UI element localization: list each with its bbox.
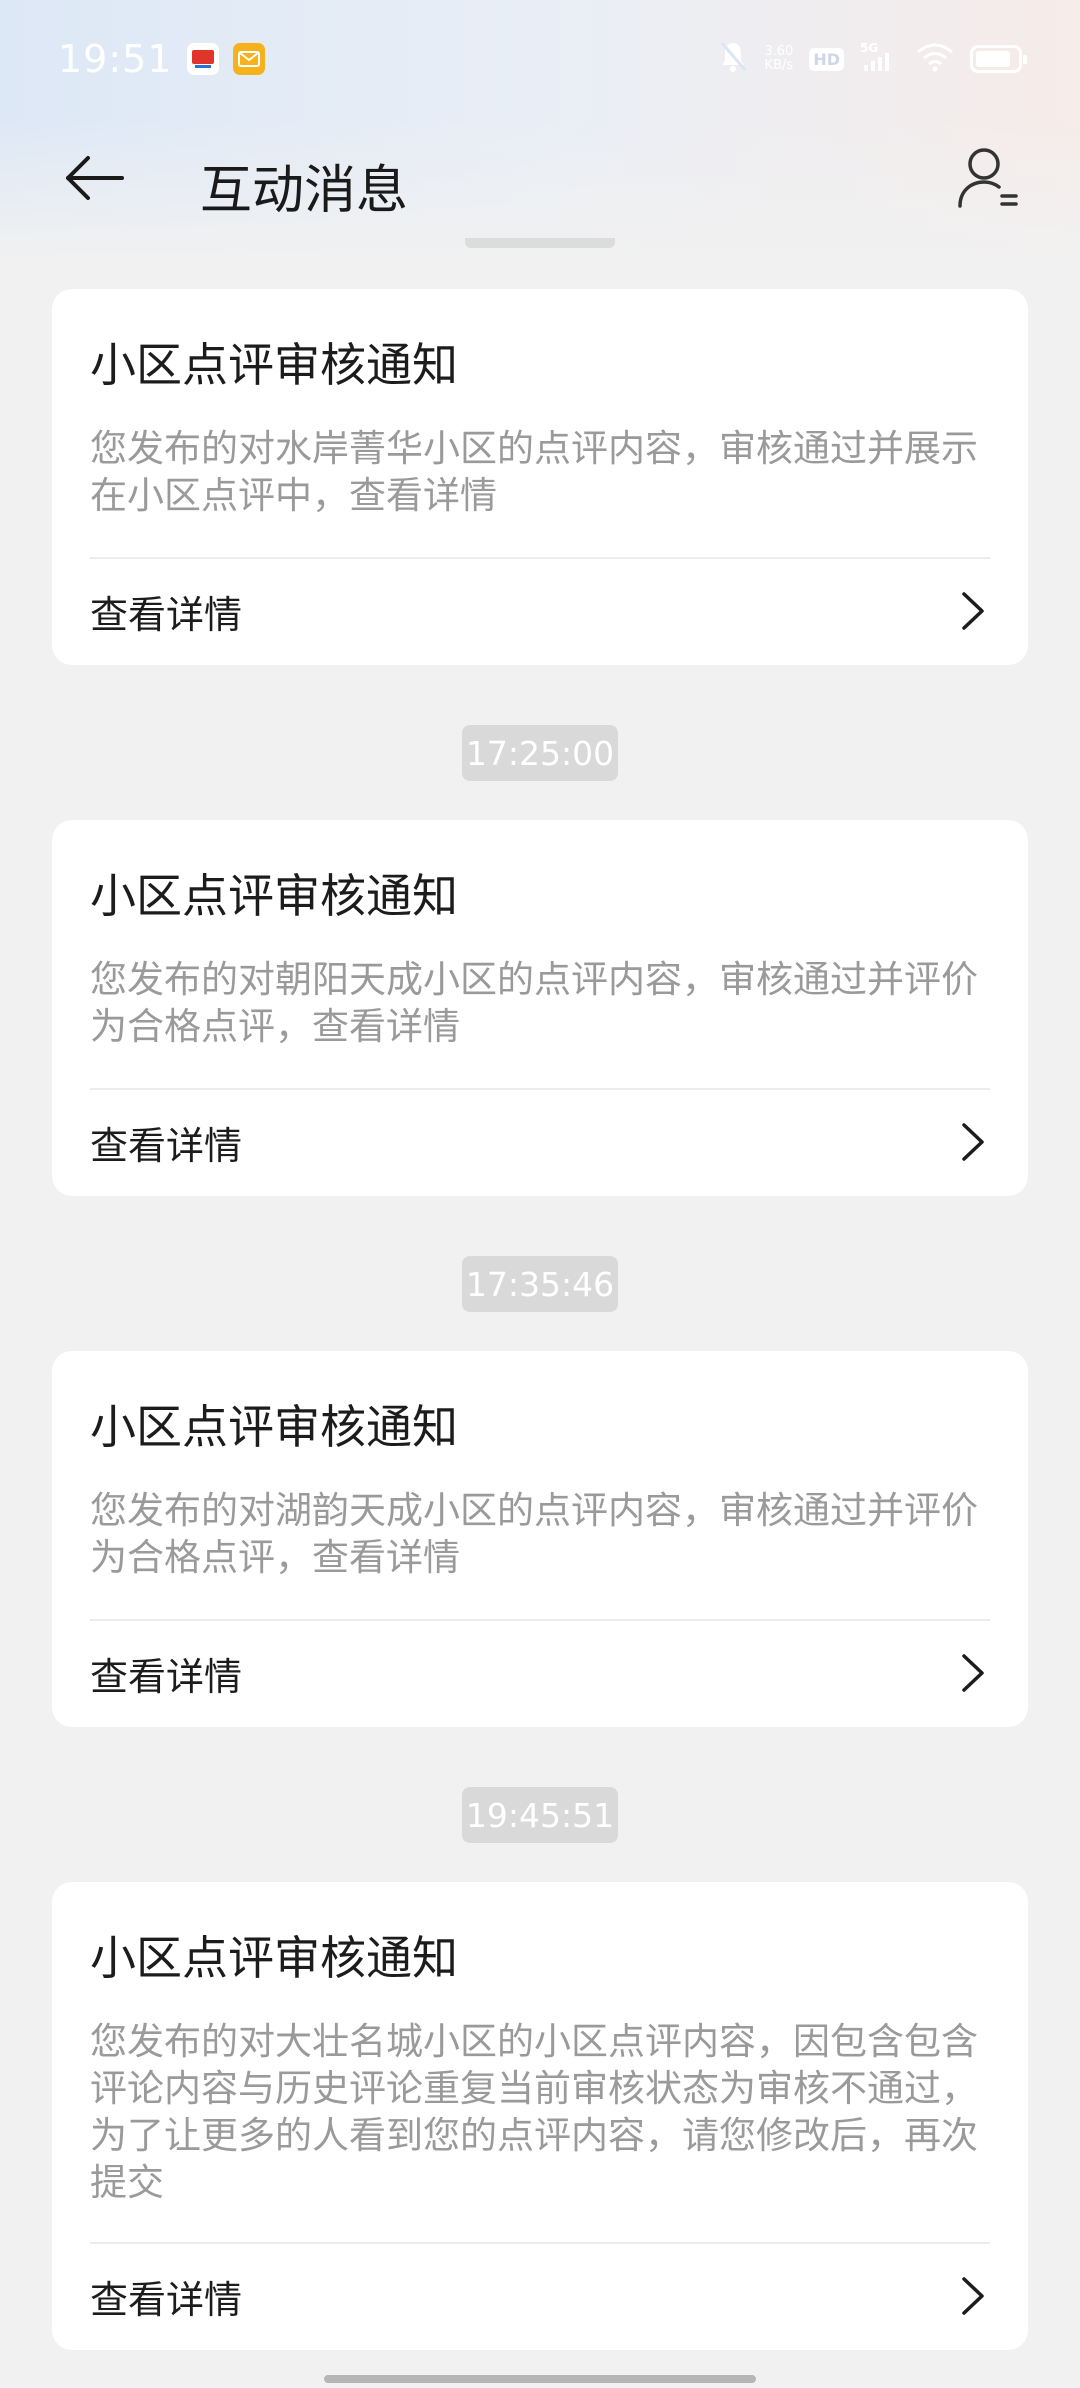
mute-icon [718,40,748,78]
pull-handle [465,238,615,248]
message-card: 小区点评审核通知 您发布的对朝阳天成小区的点评内容，审核通过并评价为合格点评，查… [52,820,1028,1196]
view-details-label: 查看详情 [90,592,243,637]
message-title: 小区点评审核通知 [90,869,458,923]
message-title: 小区点评审核通知 [90,1400,458,1454]
status-time: 19:51 [58,37,173,81]
message-body: 您发布的对朝阳天成小区的点评内容，审核通过并评价为合格点评，查看详情 [90,958,978,1048]
view-details-link[interactable]: 查看详情 [52,1090,1028,1194]
mail-notification-icon [232,43,265,75]
hd-badge: HD [809,47,844,71]
message-card: 小区点评审核通知 您发布的对大壮名城小区的小区点评内容，因包含包含评论内容与历史… [52,1882,1028,2350]
view-details-label: 查看详情 [90,1123,243,1168]
message-body: 您发布的对大壮名城小区的小区点评内容，因包含包含评论内容与历史评论重复当前审核状… [90,2020,978,2204]
chevron-right-icon [960,1651,990,1695]
wifi-icon [916,42,954,76]
message-title: 小区点评审核通知 [90,338,458,392]
chevron-right-icon [960,1120,990,1164]
battery-icon [970,45,1027,73]
view-details-label: 查看详情 [90,2277,243,2322]
message-title: 小区点评审核通知 [90,1931,458,1985]
chevron-right-icon [960,589,990,633]
home-indicator[interactable] [324,2375,756,2383]
message-card: 小区点评审核通知 您发布的对湖韵天成小区的点评内容，审核通过并评价为合格点评，查… [52,1351,1028,1727]
network-speed: 3.60 KB/s [764,44,794,73]
back-button[interactable] [62,146,126,210]
page-title: 互动消息 [200,161,409,221]
view-details-label: 查看详情 [90,1654,243,1699]
message-timestamp: 17:25:00 [462,725,618,781]
message-body: 您发布的对湖韵天成小区的点评内容，审核通过并评价为合格点评，查看详情 [90,1489,978,1579]
message-card: 小区点评审核通知 您发布的对水岸菁华小区的点评内容，审核通过并展示在小区点评中，… [52,289,1028,665]
svg-text:5G: 5G [860,41,878,55]
message-timestamp: 19:45:51 [462,1787,618,1843]
status-indicators: 3.60 KB/s HD 5G [718,40,1027,78]
user-settings-button[interactable] [952,142,1024,214]
chevron-right-icon [960,2274,990,2318]
signal-5g-icon: 5G [860,41,900,77]
arrow-left-icon [66,156,124,200]
status-bar: 19:51 3.60 KB/s HD 5G [0,0,1080,118]
app-header: 互动消息 [0,118,1080,238]
view-details-link[interactable]: 查看详情 [52,2244,1028,2348]
view-details-link[interactable]: 查看详情 [52,559,1028,663]
message-timestamp: 17:35:46 [462,1256,618,1312]
user-list-icon [958,148,1018,208]
app-notification-icon [186,43,219,75]
message-body: 您发布的对水岸菁华小区的点评内容，审核通过并展示在小区点评中，查看详情 [90,427,978,517]
view-details-link[interactable]: 查看详情 [52,1621,1028,1725]
